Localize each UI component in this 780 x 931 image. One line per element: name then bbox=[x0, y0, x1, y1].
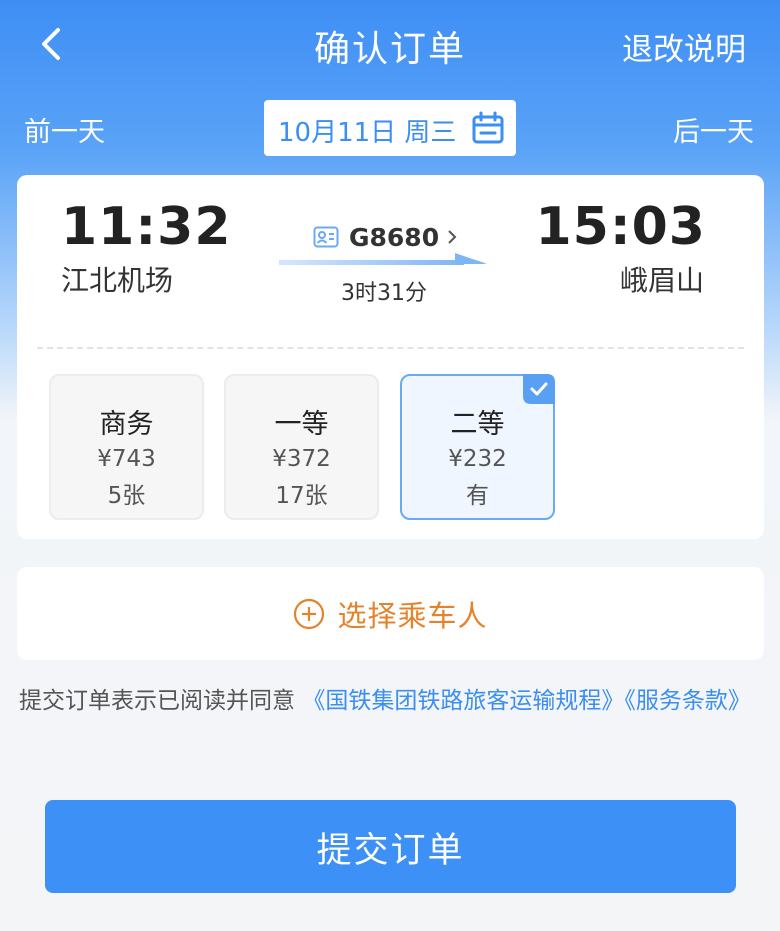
calendar-icon bbox=[472, 111, 504, 144]
seat-price: ¥372 bbox=[272, 446, 331, 472]
seat-class-name: 二等 bbox=[450, 409, 505, 440]
arrival-station: 峨眉山 bbox=[619, 264, 704, 297]
plus-circle-icon bbox=[294, 598, 325, 630]
agreement-notice: 提交订单表示已阅读并同意 《国铁集团铁路旅客运输规程》《服务条款》 bbox=[19, 678, 764, 724]
add-passenger-label: 选择乘车人 bbox=[337, 599, 488, 633]
submit-order-label: 提交订单 bbox=[316, 831, 465, 871]
prev-day-button[interactable]: 前一天 bbox=[24, 110, 105, 149]
train-number: G8680 bbox=[349, 222, 440, 252]
seat-price: ¥743 bbox=[97, 446, 156, 472]
seat-availability: 有 bbox=[466, 483, 489, 509]
seat-availability: 17张 bbox=[275, 483, 328, 509]
seat-option-second-class[interactable]: 二等 ¥232 有 bbox=[400, 374, 555, 520]
passenger-select-card[interactable]: 选择乘车人 bbox=[17, 567, 764, 660]
agreement-link[interactable]: 《国铁集团铁路旅客运输规程》《服务条款》 bbox=[302, 688, 751, 714]
id-card-icon bbox=[313, 226, 339, 248]
seat-class-name: 一等 bbox=[274, 409, 329, 440]
top-nav-bar: 确认订单 退改说明 bbox=[0, 0, 780, 92]
selected-date: 10月11日 周三 bbox=[278, 118, 457, 148]
date-picker[interactable]: 10月11日 周三 bbox=[264, 100, 516, 156]
route-arrow-icon bbox=[279, 253, 487, 265]
seat-price: ¥232 bbox=[448, 446, 507, 472]
divider bbox=[37, 347, 744, 349]
next-day-button[interactable]: 后一天 bbox=[673, 110, 754, 149]
checkmark-icon bbox=[523, 374, 555, 404]
submit-order-button[interactable]: 提交订单 bbox=[45, 800, 736, 893]
seat-option-business[interactable]: 商务 ¥743 5张 bbox=[49, 374, 204, 520]
train-number-link[interactable]: G8680 bbox=[313, 219, 459, 255]
seat-availability: 5张 bbox=[107, 483, 146, 509]
agreement-text: 提交订单表示已阅读并同意 bbox=[19, 688, 295, 714]
trip-duration: 3时31分 bbox=[341, 281, 427, 306]
departure-time: 11:32 bbox=[61, 197, 232, 257]
date-selector: 前一天 10月11日 周三 后一天 bbox=[0, 98, 780, 158]
arrival-time: 15:03 bbox=[535, 197, 706, 257]
refund-policy-link[interactable]: 退改说明 bbox=[622, 24, 746, 69]
seat-class-name: 商务 bbox=[99, 409, 154, 440]
train-info-card: 11:32 江北机场 G8680 3时31分 15:03 峨眉山 商务 ¥743… bbox=[17, 175, 764, 539]
seat-option-first-class[interactable]: 一等 ¥372 17张 bbox=[224, 374, 379, 520]
add-passenger-button[interactable]: 选择乘车人 bbox=[17, 593, 764, 635]
departure-station: 江北机场 bbox=[61, 264, 174, 297]
chevron-right-icon bbox=[448, 230, 457, 244]
